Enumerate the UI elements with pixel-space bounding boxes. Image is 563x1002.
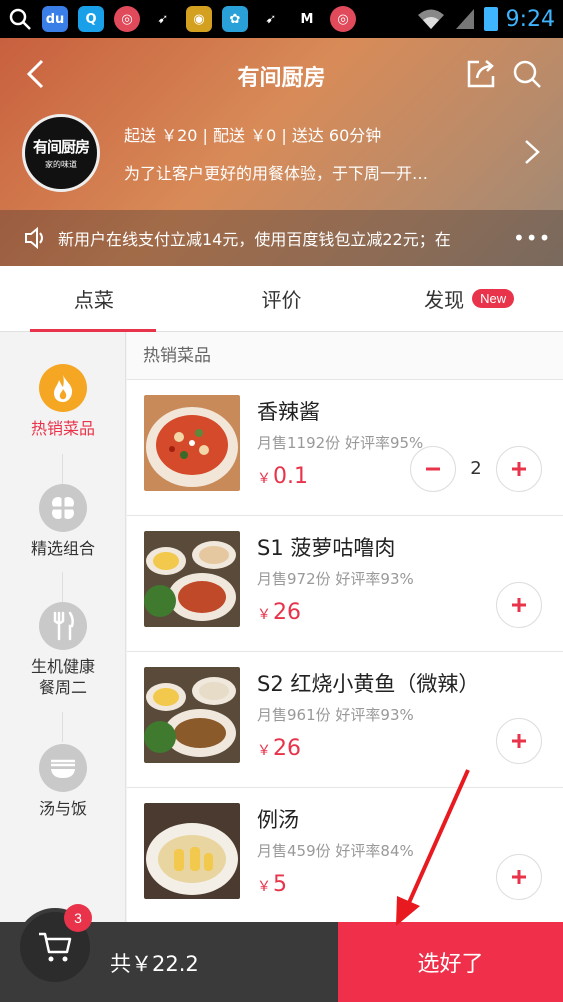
- tab-reviews[interactable]: 评价: [188, 266, 376, 331]
- share-icon[interactable]: [465, 58, 497, 90]
- dish-image: [144, 531, 240, 627]
- fork-knife-icon: [39, 602, 87, 650]
- add-button[interactable]: [496, 854, 542, 900]
- game-app-icon: ✿: [222, 6, 248, 32]
- m-icon: M: [300, 11, 314, 27]
- dish-price: ￥26: [257, 736, 301, 761]
- add-button[interactable]: [496, 582, 542, 628]
- category-hot[interactable]: 热销菜品: [0, 364, 126, 439]
- category-label: 精选组合: [30, 539, 95, 558]
- category-label: 生机健康 餐周二: [30, 657, 95, 697]
- app-icon: ◎: [114, 6, 140, 32]
- category-combo[interactable]: 精选组合: [0, 484, 126, 559]
- new-badge: New: [472, 289, 515, 308]
- promo-bar[interactable]: 新用户在线支付立减14元，使用百度钱包立减22元；在 •••: [0, 210, 563, 266]
- camera-app-icon: ◉: [186, 6, 212, 32]
- section-title: 热销菜品: [127, 332, 563, 380]
- tab-discover[interactable]: 发现 New: [375, 266, 563, 331]
- confirm-button[interactable]: 选好了: [338, 922, 563, 1002]
- divider: [62, 712, 63, 742]
- divider: [62, 572, 63, 602]
- bird-icon: ➹: [157, 11, 169, 27]
- announcement: 为了让客户更好的用餐体验，于下周一开…: [124, 164, 429, 183]
- quantity: 2: [470, 458, 482, 479]
- dish-sales: 月售1192份 好评率95%: [257, 434, 424, 452]
- dish-list: 热销菜品 香辣酱 月售1192份 好评率95% ￥0.1 2 S1 菠萝咕噜肉 …: [127, 332, 563, 922]
- dish-name: 例汤: [257, 808, 299, 832]
- dish-item[interactable]: 例汤 月售459份 好评率84% ￥5: [127, 788, 563, 922]
- dish-price: ￥26: [257, 600, 301, 625]
- wifi-icon: [417, 9, 444, 29]
- category-healthy[interactable]: 生机健康 餐周二: [0, 602, 126, 698]
- cart-bar: 3 共￥22.2: [0, 904, 338, 1002]
- dish-sales: 月售459份 好评率84%: [257, 842, 414, 860]
- plus-icon: [512, 870, 526, 884]
- currency-symbol: ￥: [257, 879, 271, 895]
- dish-price: ￥0.1: [257, 464, 308, 489]
- plus-icon: [512, 598, 526, 612]
- price-value: 0.1: [273, 464, 308, 489]
- dish-image: [144, 395, 240, 491]
- price-value: 5: [273, 872, 287, 897]
- currency-symbol: ￥: [257, 743, 271, 759]
- cart-count-badge: 3: [64, 904, 92, 932]
- category-sidebar: 热销菜品 精选组合 生机健康 餐周二 汤与饭: [0, 332, 126, 922]
- dish-item[interactable]: S1 菠萝咕噜肉 月售972份 好评率93% ￥26: [127, 516, 563, 652]
- dish-item[interactable]: 香辣酱 月售1192份 好评率95% ￥0.1 2: [127, 380, 563, 516]
- battery-icon: [483, 7, 498, 31]
- delivery-info: 起送 ￥20 | 配送 ￥0 | 送达 60分钟: [124, 126, 382, 145]
- dish-name: 香辣酱: [257, 400, 320, 424]
- speaker-icon: [25, 227, 43, 249]
- minus-icon: [426, 467, 440, 471]
- chevron-right-icon[interactable]: [523, 138, 541, 166]
- currency-symbol: ￥: [257, 607, 271, 623]
- category-soup-rice[interactable]: 汤与饭: [0, 744, 126, 819]
- dish-item[interactable]: S2 红烧小黄鱼（微辣） 月售961份 好评率93% ￥26: [127, 652, 563, 788]
- category-label: 汤与饭: [38, 799, 87, 818]
- logo-subtext: 家的味道: [45, 160, 77, 169]
- clover-icon: [39, 484, 87, 532]
- status-bar: du Q ◎ ➹ ◉ ✿ ➹ M ◎ 9:24: [0, 0, 563, 38]
- tab-label: 点菜: [73, 288, 114, 312]
- cart-icon: [39, 932, 72, 962]
- plus-icon: [512, 734, 526, 748]
- plus-icon: [512, 462, 526, 476]
- tab-order[interactable]: 点菜: [0, 266, 188, 332]
- clock: 9:24: [505, 6, 555, 32]
- price-value: 26: [273, 736, 301, 761]
- cart-total: 共￥22.2: [110, 952, 199, 976]
- search-icon[interactable]: [511, 58, 543, 90]
- qq-app-icon: Q: [78, 6, 104, 32]
- decrease-button[interactable]: [410, 446, 456, 492]
- dish-sales: 月售961份 好评率93%: [257, 706, 414, 724]
- shop-info[interactable]: 起送 ￥20 | 配送 ￥0 | 送达 60分钟 为了让客户更好的用餐体验，于下…: [124, 122, 503, 184]
- promo-text: 新用户在线支付立减14元，使用百度钱包立减22元；在: [58, 230, 451, 249]
- dish-sales: 月售972份 好评率93%: [257, 570, 414, 588]
- divider: [62, 454, 63, 484]
- bird-icon: ➹: [265, 11, 277, 27]
- add-button[interactable]: [496, 718, 542, 764]
- logo-text: 有间厨房: [32, 138, 90, 156]
- dish-image: [144, 667, 240, 763]
- flame-icon: [39, 364, 87, 412]
- dish-name: S2 红烧小黄鱼（微辣）: [257, 672, 480, 696]
- more-icon[interactable]: •••: [513, 226, 550, 250]
- currency-symbol: ￥: [257, 471, 271, 487]
- tab-label: 发现: [424, 288, 465, 312]
- baidu-app-icon: du: [42, 6, 68, 32]
- search-icon: [9, 8, 31, 30]
- tab-label: 评价: [261, 288, 302, 312]
- dish-price: ￥5: [257, 872, 287, 897]
- bowl-icon: [39, 744, 87, 792]
- signal-icon: [455, 9, 474, 29]
- tab-bar: 点菜 评价 发现 New: [0, 266, 563, 332]
- price-value: 26: [273, 600, 301, 625]
- dish-name: S1 菠萝咕噜肉: [257, 536, 396, 560]
- app-icon: ◎: [330, 6, 356, 32]
- dish-image: [144, 803, 240, 899]
- shop-logo: 有间厨房 家的味道: [22, 114, 100, 192]
- add-button[interactable]: [496, 446, 542, 492]
- category-label: 热销菜品: [30, 419, 95, 438]
- shop-header: 有间厨房 有间厨房 家的味道 起送 ￥20 | 配送 ￥0 | 送达 60分钟 …: [0, 38, 563, 266]
